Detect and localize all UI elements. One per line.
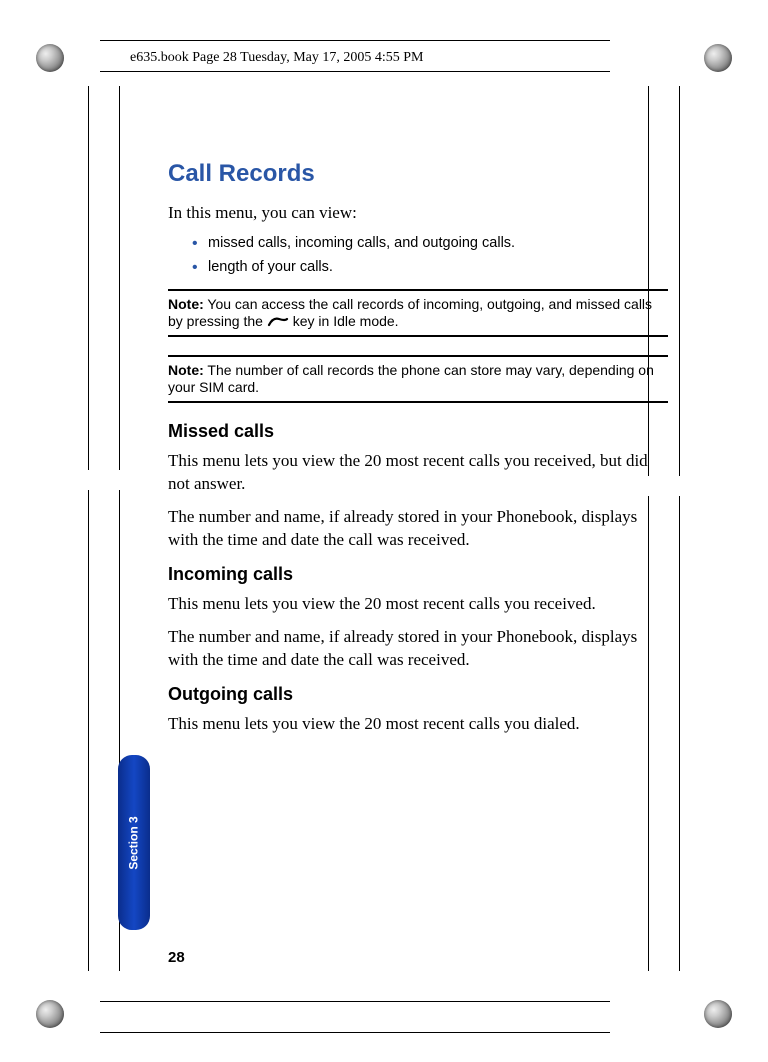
- subheading-incoming: Incoming calls: [168, 564, 668, 585]
- screw-icon: [36, 44, 64, 72]
- crop-mark: [679, 86, 680, 971]
- crop-mark: [100, 40, 610, 41]
- body-text: The number and name, if already stored i…: [168, 506, 668, 552]
- section-tab-label: Section 3: [127, 816, 141, 869]
- subheading-outgoing: Outgoing calls: [168, 684, 668, 705]
- bullet-list: missed calls, incoming calls, and outgoi…: [196, 235, 668, 275]
- body-text: This menu lets you view the 20 most rece…: [168, 450, 668, 496]
- note-text: The number of call records the phone can…: [168, 362, 654, 396]
- page-number: 28: [168, 949, 185, 966]
- section-tab: Section 3: [118, 755, 150, 930]
- crop-mark: [100, 1032, 610, 1033]
- crop-mark-gap: [86, 470, 122, 490]
- crop-mark: [100, 1001, 610, 1002]
- note-text: key in Idle mode.: [289, 313, 399, 329]
- crop-mark: [100, 71, 610, 72]
- file-header-info: e635.book Page 28 Tuesday, May 17, 2005 …: [130, 50, 424, 66]
- list-item: length of your calls.: [196, 259, 668, 275]
- body-text: The number and name, if already stored i…: [168, 626, 668, 672]
- crop-mark: [88, 86, 89, 971]
- note-block: Note: The number of call records the pho…: [168, 355, 668, 403]
- note-text: You can access the call records of incom…: [168, 296, 652, 330]
- note-block: Note: You can access the call records of…: [168, 289, 668, 337]
- page-content: Call Records In this menu, you can view:…: [168, 160, 668, 745]
- screw-icon: [36, 1000, 64, 1028]
- screw-icon: [704, 44, 732, 72]
- screw-icon: [704, 1000, 732, 1028]
- note-label: Note:: [168, 296, 204, 312]
- page-title: Call Records: [168, 160, 668, 188]
- intro-text: In this menu, you can view:: [168, 202, 668, 225]
- body-text: This menu lets you view the 20 most rece…: [168, 593, 668, 616]
- note-label: Note:: [168, 362, 204, 378]
- body-text: This menu lets you view the 20 most rece…: [168, 713, 668, 736]
- list-item: missed calls, incoming calls, and outgoi…: [196, 235, 668, 251]
- subheading-missed: Missed calls: [168, 421, 668, 442]
- send-key-icon: [267, 316, 289, 328]
